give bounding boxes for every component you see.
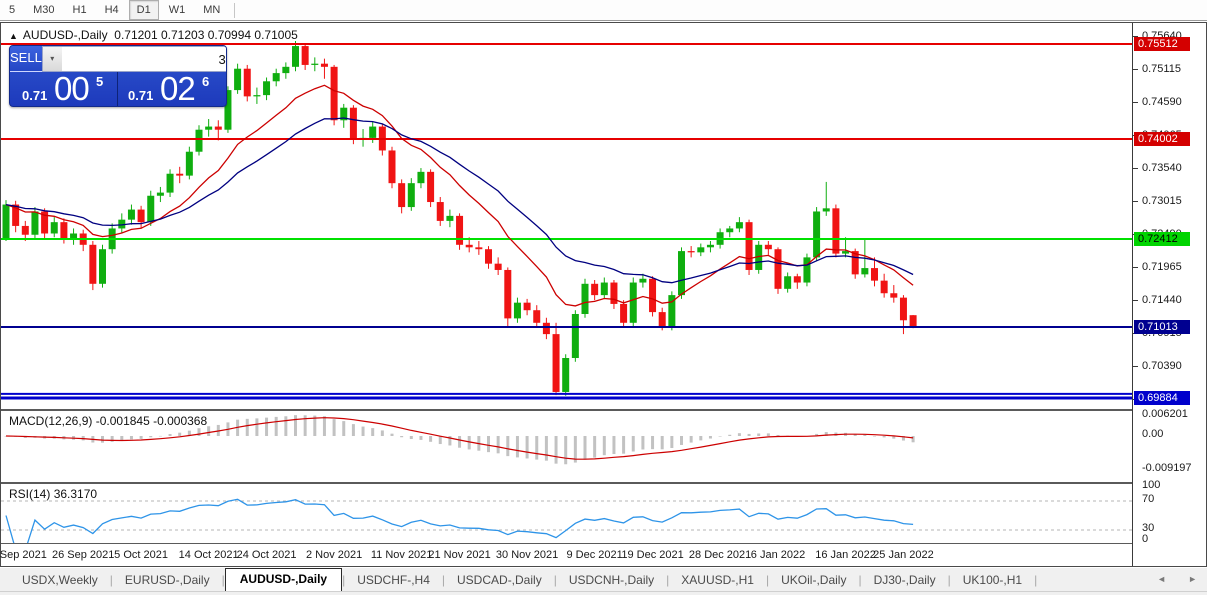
x-axis-date-label: 16 Sep 2021 (0, 549, 47, 561)
rsi-axis-label: 70 (1142, 493, 1155, 505)
rsi-axis-label: 0 (1142, 533, 1149, 545)
timeframe-button-d1[interactable]: D1 (128, 0, 159, 20)
x-axis-date-label: 19 Dec 2021 (621, 549, 684, 561)
chart-tab-dj30-daily[interactable]: DJ30-,Daily (862, 570, 948, 591)
sell-price-pip-digit: 5 (96, 74, 104, 89)
chart-tab-xauusd-h1[interactable]: XAUUSD-,H1 (669, 570, 766, 591)
timeframe-toolbar: 5 M30 H1 H4 D1 W1 MN (0, 0, 1207, 21)
chart-tab-uk100-h1[interactable]: UK100-,H1 (951, 570, 1034, 591)
price-line-badge: 0.71013 (1134, 320, 1190, 334)
y-axis-tick-mark (1133, 366, 1138, 368)
x-axis-date-label: 2 Nov 2021 (305, 549, 363, 561)
timeframe-button-h4[interactable]: H4 (97, 0, 127, 20)
rsi-indicator-pane[interactable]: RSI(14) 36.3170 (1, 482, 1132, 544)
x-axis-date-label: 6 Jan 2022 (750, 549, 806, 561)
macd-indicator-pane[interactable]: MACD(12,26,9) -0.001845 -0.000368 (1, 409, 1132, 480)
y-axis-tick-mark (1133, 300, 1138, 302)
trading-platform-window: 5 M30 H1 H4 D1 W1 MN ▲ AUDUSD-,Daily 0.71201 0.… (0, 0, 1207, 595)
main-price-pane[interactable]: ▲ AUDUSD-,Daily 0.71201 0.71203 0.70994 0… (1, 23, 1132, 407)
chart-title: ▲ AUDUSD-,Daily 0.71201 0.71203 0.70994 0… (9, 28, 298, 42)
buy-price-big-digits: 02 (160, 70, 196, 107)
toolbar-divider (234, 2, 236, 18)
x-axis-date-label: 25 Jan 2022 (873, 549, 934, 561)
x-axis-date-label: 28 Dec 2021 (688, 549, 752, 561)
timeframe-button-m30[interactable]: M30 (25, 0, 62, 20)
y-axis-price-label: 0.74590 (1142, 96, 1182, 109)
chart-tab-eurusd-daily[interactable]: EURUSD-,Daily (113, 570, 222, 591)
rsi-label: RSI(14) 36.3170 (9, 487, 98, 501)
chart-tab-usdcnh-daily[interactable]: USDCNH-,Daily (557, 570, 666, 591)
volume-decrease-button[interactable]: ▾ (42, 47, 62, 71)
y-axis-price-label: 0.73015 (1142, 195, 1182, 208)
y-axis-price-label: 0.75115 (1142, 63, 1181, 76)
macd-axis-label: -0.009197 (1142, 462, 1192, 474)
x-axis-date-label: 30 Nov 2021 (495, 549, 559, 561)
y-axis-price-label: 0.70390 (1142, 360, 1182, 373)
chart-tab-ukoil-daily[interactable]: UKOil-,Daily (769, 570, 858, 591)
x-axis-date-label: 26 Sep 2021 (51, 549, 115, 561)
volume-input[interactable] (61, 47, 226, 71)
sell-price-prefix: 0.71 (22, 88, 48, 103)
macd-axis-label: 0.006201 (1142, 408, 1188, 420)
chart-tab-usdx-weekly[interactable]: USDX,Weekly (10, 570, 110, 591)
y-axis-price-label: 0.71440 (1142, 294, 1182, 307)
y-axis-tick-mark (1133, 168, 1138, 170)
y-axis-tick-mark (1133, 267, 1138, 269)
chart-window: ▲ AUDUSD-,Daily 0.71201 0.71203 0.70994 0… (0, 22, 1207, 567)
chart-tab-usdcad-daily[interactable]: USDCAD-,Daily (445, 570, 554, 591)
y-axis-tick-mark (1133, 102, 1138, 104)
y-axis-tick-mark (1133, 69, 1138, 71)
rsi-axis-label: 100 (1142, 479, 1161, 491)
chart-tab-usdchf-h4[interactable]: USDCHF-,H4 (345, 570, 442, 591)
price-line-badge: 0.75512 (1134, 37, 1190, 52)
chart-tab-audusd-daily[interactable]: AUDUSD-,Daily (224, 568, 343, 591)
volume-spinner: ▾ ▴ (41, 46, 226, 72)
one-click-trade-panel: SELL ▾ ▴ BUY 0.71 00 5 0.71 (9, 45, 227, 107)
timeframe-button-h1[interactable]: H1 (65, 0, 95, 20)
timeframe-button-5[interactable]: 5 (1, 0, 23, 20)
price-axis[interactable]: 0.756400.751150.745900.740650.735400.730… (1132, 23, 1206, 566)
sell-price-big-digits: 00 (54, 70, 90, 107)
x-axis-date-label: 9 Dec 2021 (566, 549, 623, 561)
sell-button[interactable]: SELL (10, 46, 42, 72)
x-axis-date-label: 14 Oct 2021 (178, 549, 239, 561)
timeframe-button-mn[interactable]: MN (195, 0, 228, 20)
x-axis-date-label: 11 Nov 2021 (370, 549, 433, 561)
tab-separator: | (1034, 573, 1038, 587)
buy-price-display[interactable]: 0.71 02 6 (118, 70, 226, 107)
y-axis-price-label: 0.73540 (1142, 162, 1182, 175)
collapse-icon[interactable]: ▲ (9, 31, 18, 41)
timeframe-button-w1[interactable]: W1 (161, 0, 194, 20)
price-line-badge: 0.74002 (1134, 132, 1190, 147)
tab-scroll-left-icon[interactable]: ◄ (1157, 574, 1166, 584)
chart-ohlc-values: 0.71201 0.71203 0.70994 0.71005 (114, 28, 298, 42)
macd-label: MACD(12,26,9) -0.001845 -0.000368 (9, 414, 208, 428)
buy-price-pip-digit: 6 (202, 74, 210, 89)
x-axis-date-label: 5 Oct 2021 (114, 549, 169, 561)
y-axis-tick-mark (1133, 201, 1138, 203)
date-axis[interactable]: 16 Sep 2021 26 Sep 20215 Oct 2021 14 Oct 2… (0, 545, 1132, 566)
macd-axis-label: 0.00 (1142, 428, 1164, 440)
x-axis-date-label: 21 Nov 2021 (428, 549, 491, 561)
price-line-badge: 0.72412 (1134, 232, 1190, 247)
sell-price-display[interactable]: 0.71 00 5 (10, 70, 118, 107)
chart-symbol-label: AUDUSD-,Daily (22, 28, 108, 42)
x-axis-date-label: 16 Jan 2022 (815, 549, 876, 561)
tab-scroll-right-icon[interactable]: ► (1188, 574, 1197, 584)
x-axis-date-label: 24 Oct 2021 (236, 549, 297, 561)
chart-tab-bar: USDX,Weekly | EURUSD-,Daily | AUDUSD-,Daily |… (0, 568, 1207, 592)
buy-price-prefix: 0.71 (128, 88, 154, 103)
y-axis-price-label: 0.71965 (1142, 261, 1182, 274)
price-line-badge: 0.69884 (1134, 391, 1190, 405)
